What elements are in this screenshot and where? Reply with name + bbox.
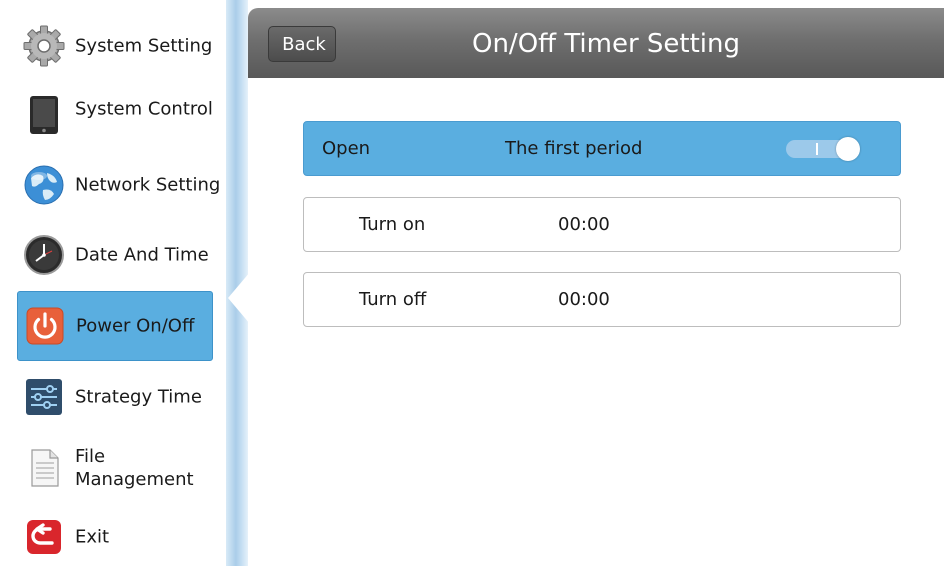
toggle-on-mark	[816, 143, 818, 155]
document-icon	[31, 449, 59, 487]
turn-on-time: 00:00	[558, 214, 610, 235]
sliders-icon	[26, 379, 62, 415]
turn-off-row[interactable]: Turn off 00:00	[303, 272, 901, 327]
sidebar-item-label: System Control	[75, 98, 213, 120]
tablet-icon	[30, 96, 58, 134]
sidebar-item-label: System Setting	[75, 35, 213, 57]
sidebar-item-date-and-time[interactable]: Date And Time	[17, 220, 213, 290]
period-row[interactable]: Open The first period	[303, 121, 901, 176]
exit-icon	[27, 520, 61, 554]
active-pointer	[228, 272, 250, 324]
sidebar-item-network-setting[interactable]: Network Setting	[17, 150, 220, 220]
turn-off-time: 00:00	[558, 289, 610, 310]
back-button[interactable]: Back	[268, 26, 336, 62]
header-bar: On/Off Timer Setting Back	[248, 8, 944, 78]
sidebar-item-system-setting[interactable]: System Setting	[17, 11, 213, 81]
sidebar-item-system-control[interactable]: System Control	[17, 80, 213, 150]
page-title: On/Off Timer Setting	[471, 29, 741, 59]
sidebar-item-label: Strategy Time	[75, 386, 202, 408]
clock-icon	[24, 235, 64, 275]
power-icon	[26, 307, 64, 345]
sidebar-item-strategy-time[interactable]: Strategy Time	[17, 362, 213, 432]
sidebar-item-exit[interactable]: Exit	[17, 502, 213, 572]
globe-icon	[24, 165, 64, 205]
sidebar: System Setting System Control Network Se…	[0, 0, 226, 566]
period-name: The first period	[505, 138, 643, 159]
period-toggle[interactable]	[786, 136, 862, 162]
turn-on-row[interactable]: Turn on 00:00	[303, 197, 901, 252]
sidebar-item-file-management[interactable]: File Management	[17, 433, 213, 503]
turn-off-label: Turn off	[359, 289, 427, 310]
toggle-knob	[836, 137, 860, 161]
sidebar-item-label: File Management	[75, 446, 194, 490]
sidebar-item-label: Power On/Off	[76, 315, 195, 337]
open-label: Open	[322, 138, 371, 159]
sidebar-item-label: Date And Time	[75, 244, 209, 266]
sidebar-item-label: Exit	[75, 526, 110, 548]
sidebar-item-power-on-off[interactable]: Power On/Off	[17, 291, 213, 361]
sidebar-item-label: Network Setting	[75, 174, 221, 196]
main-panel: On/Off Timer Setting Back Open The first…	[248, 8, 944, 566]
gear-icon	[23, 25, 65, 67]
turn-on-label: Turn on	[359, 214, 426, 235]
